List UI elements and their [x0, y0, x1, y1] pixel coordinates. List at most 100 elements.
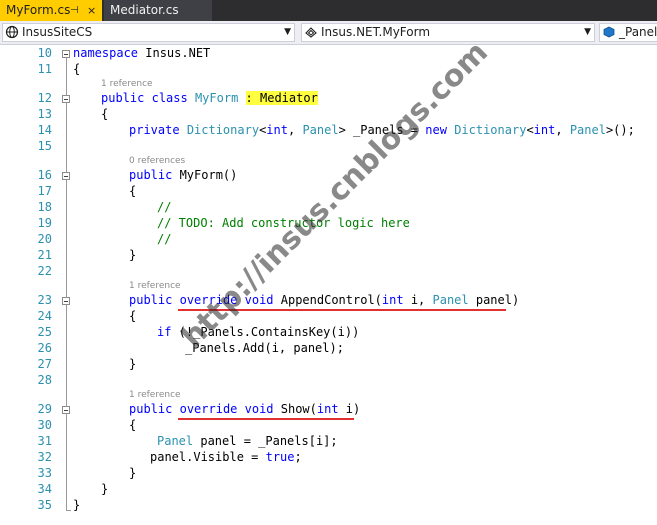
collapse-toggle-constructor[interactable] [62, 172, 70, 180]
code-line-29: public override void Show(int i) [129, 402, 360, 416]
line-number: 25 [37, 325, 52, 339]
keyword: class [151, 91, 188, 105]
line-number: 13 [37, 107, 52, 121]
punctuation: , [287, 123, 303, 137]
reference-count[interactable]: 1 reference [101, 79, 153, 89]
collapse-toggle-append-control[interactable] [62, 297, 70, 305]
identifier: panel = _Panels[i]; [193, 434, 338, 448]
member-name: _Panels [619, 25, 657, 39]
globe-icon [5, 25, 19, 39]
code-line-20: // [157, 232, 172, 246]
line-number: 19 [37, 216, 52, 230]
class-dropdown[interactable]: Insus.NET.MyForm ▼ [301, 23, 595, 42]
code-line-34: } [101, 482, 109, 496]
code-line-11: { [73, 62, 81, 76]
type-name: Panel [432, 293, 469, 307]
keyword: private [129, 123, 180, 137]
tab-mediator-cs[interactable]: Mediator.cs [104, 0, 212, 21]
member-dropdown[interactable]: _Panels [599, 23, 657, 42]
keyword: if [157, 325, 172, 339]
code-line-35: } [73, 498, 81, 512]
code-line-17: { [129, 184, 137, 198]
type-name: Panel [569, 123, 606, 137]
line-number: 27 [37, 357, 52, 371]
punctuation: < [526, 123, 534, 137]
punctuation: ; [294, 450, 302, 464]
project-dropdown[interactable]: InsusSiteCS ▼ [2, 23, 295, 42]
keyword: public [129, 402, 173, 416]
reference-count[interactable]: 1 reference [129, 281, 181, 291]
code-line-27: } [129, 357, 137, 371]
collapse-toggle-show[interactable] [62, 406, 70, 414]
field-icon [603, 26, 615, 38]
identifier: i) [338, 402, 361, 416]
keyword: public [129, 293, 173, 307]
reference-count[interactable]: 1 reference [129, 390, 181, 400]
tab-label: Mediator.cs [110, 3, 179, 17]
line-number: 29 [37, 402, 52, 416]
punctuation: , [555, 123, 570, 137]
line-number: 11 [37, 62, 52, 76]
punctuation: >(); [605, 123, 635, 137]
line-number: 34 [37, 482, 52, 496]
line-number: 15 [37, 139, 52, 153]
keyword: void [244, 402, 274, 416]
line-number: 32 [37, 450, 52, 464]
identifier: Insus.NET [138, 46, 211, 60]
tab-myform-cs[interactable]: MyForm.cs ⊣ × [0, 0, 102, 21]
line-number: 23 [37, 293, 52, 307]
close-icon[interactable]: × [87, 0, 96, 21]
code-line-31: Panel panel = _Panels[i]; [157, 434, 338, 448]
code-line-32: panel.Visible = true; [150, 450, 302, 464]
code-line-24: { [129, 309, 137, 323]
code-line-10: namespace Insus.NET [73, 46, 210, 60]
keyword: namespace [73, 46, 139, 60]
keyword: int [381, 293, 404, 307]
type-name: Panel [302, 123, 339, 137]
keyword: int [266, 123, 288, 137]
chevron-down-icon: ▼ [284, 27, 291, 37]
red-underline-annotation [178, 418, 354, 420]
line-number: 22 [37, 264, 52, 278]
class-name: Insus.NET.MyForm [321, 25, 431, 39]
code-editor[interactable]: 10 11 12 13 14 15 16 17 18 19 20 21 22 2… [0, 35, 657, 525]
document-tab-bar: MyForm.cs ⊣ × Mediator.cs [0, 0, 657, 21]
line-number: 31 [37, 434, 52, 448]
identifier: panel) [468, 293, 520, 307]
code-line-16: public MyForm() [129, 168, 237, 182]
keyword: public [129, 168, 173, 182]
line-number: 28 [37, 373, 52, 387]
code-line-23: public override void AppendControl(int i… [129, 293, 519, 307]
code-line-33: } [129, 466, 137, 480]
line-number: 17 [37, 184, 52, 198]
identifier: AppendControl( [273, 293, 382, 307]
code-line-30: { [129, 418, 137, 432]
collapse-toggle-namespace[interactable] [62, 50, 70, 58]
line-number: 18 [37, 200, 52, 214]
code-line-13: { [101, 107, 109, 121]
identifier: i, [403, 293, 433, 307]
reference-count[interactable]: 0 references [129, 156, 185, 166]
outline-guide [66, 58, 67, 511]
highlighted-base-class: : Mediator [245, 91, 318, 105]
outline-guide [66, 510, 71, 511]
line-number: 35 [37, 498, 52, 512]
project-name: InsusSiteCS [22, 25, 93, 39]
line-number: 26 [37, 341, 52, 355]
line-number: 16 [37, 168, 52, 182]
code-line-12: public class MyForm : Mediator [101, 91, 318, 105]
identifier: Show( [273, 402, 317, 416]
identifier: MyForm() [172, 168, 238, 182]
pin-icon[interactable]: ⊣ [70, 0, 79, 21]
tab-label: MyForm.cs [6, 3, 71, 17]
line-number: 24 [37, 309, 52, 323]
collapse-toggle-class[interactable] [62, 95, 70, 103]
keyword: int [316, 402, 339, 416]
type-name: Panel [157, 434, 194, 448]
code-line-21: } [129, 248, 137, 262]
code-line-18: // [157, 200, 172, 214]
